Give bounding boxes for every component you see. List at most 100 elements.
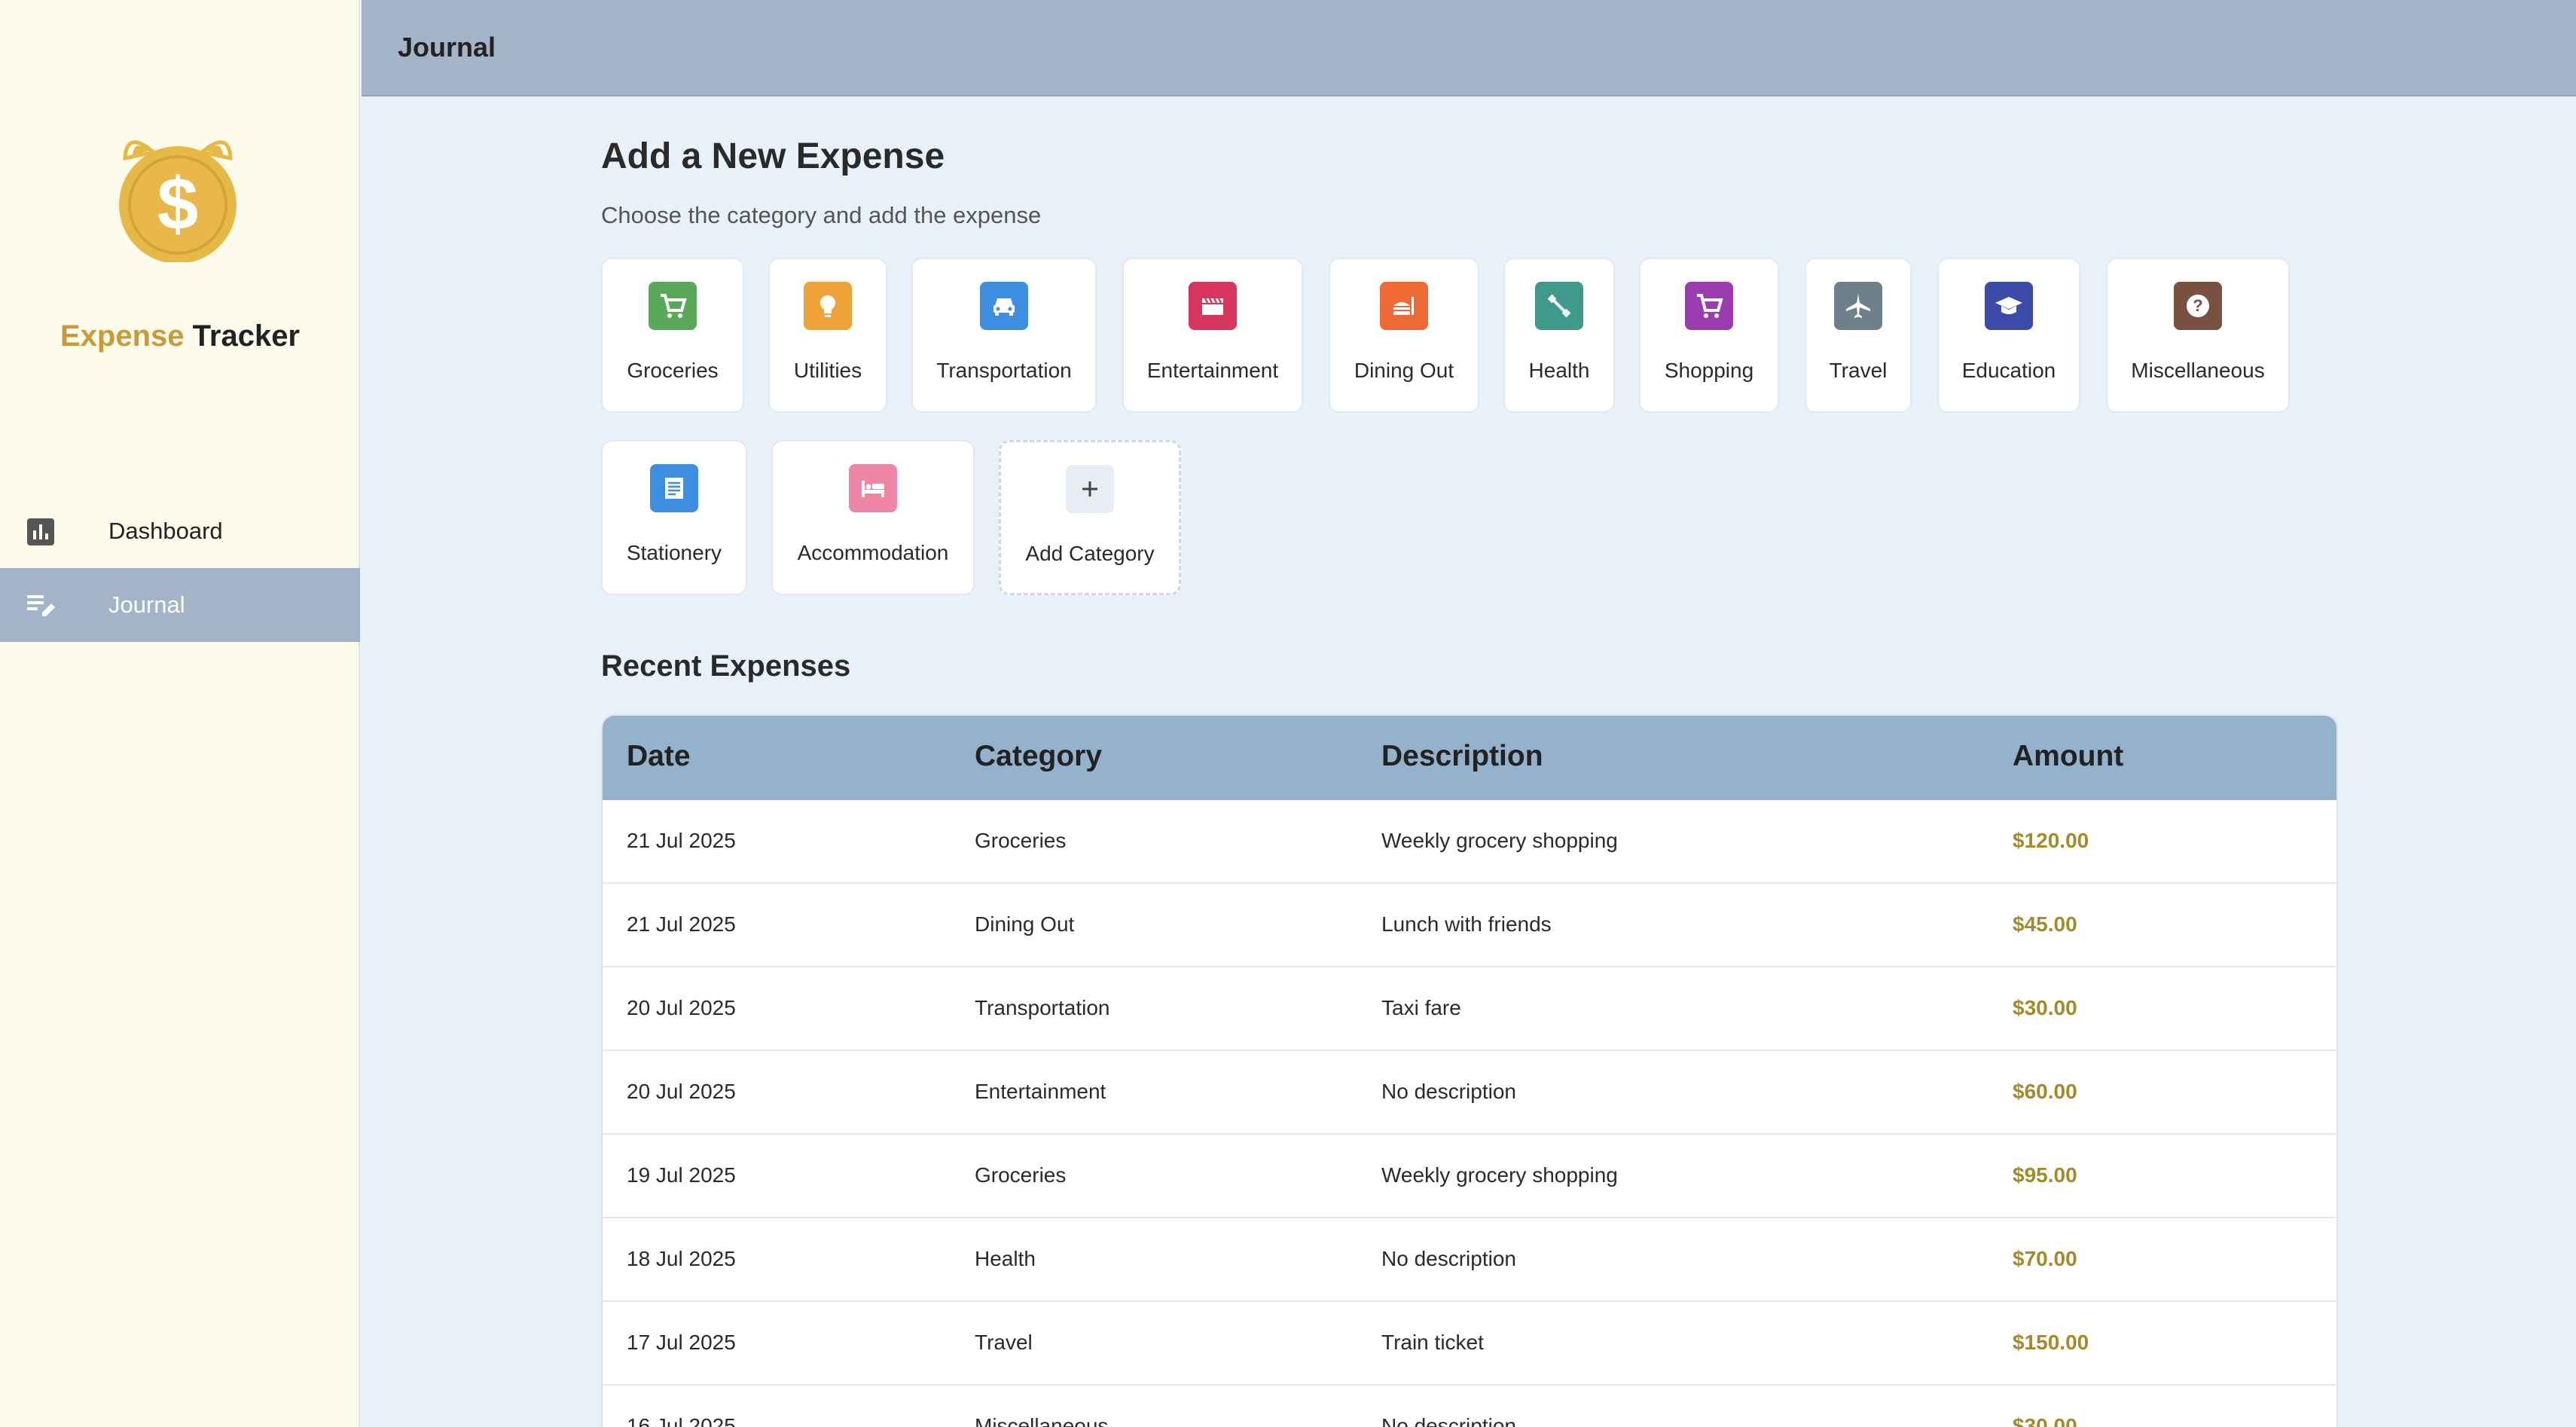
category-label: Education [1961,359,2056,382]
table-row[interactable]: 17 Jul 2025 Travel Train ticket $150.00 [603,1302,2336,1386]
lightbulb-icon [804,282,852,330]
svg-text:$: $ [157,162,199,245]
category-label: Health [1528,359,1590,382]
table-row[interactable]: 21 Jul 2025 Dining Out Lunch with friend… [603,884,2336,967]
cell-description: Lunch with friends [1381,912,1552,936]
brand-part1: Expense [60,319,185,353]
category-label: Dining Out [1354,359,1454,382]
category-card-groceries[interactable]: Groceries [601,258,744,413]
cell-date: 17 Jul 2025 [627,1331,736,1354]
cell-date: 16 Jul 2025 [627,1414,736,1427]
cell-description: No description [1381,1414,1516,1427]
category-label: Travel [1829,359,1888,382]
cell-category: Transportation [975,996,1110,1019]
sidebar: $ Expense Tracker Dashboard Journal [0,0,360,1427]
category-card-accommodation[interactable]: Accommodation [771,440,975,595]
cell-description: Taxi fare [1381,996,1461,1019]
graduation-cap-icon [1985,282,2033,330]
cell-description: Weekly grocery shopping [1381,829,1618,852]
cell-date: 19 Jul 2025 [627,1163,736,1187]
category-label: Stationery [626,541,722,564]
cell-amount: $60.00 [2013,1080,2077,1103]
column-header-amount[interactable]: Amount [2013,740,2123,773]
cell-description: Train ticket [1381,1331,1484,1354]
cell-amount: $30.00 [2013,996,2077,1019]
cell-category: Travel [975,1331,1033,1354]
category-card-travel[interactable]: Travel [1805,258,1912,413]
cell-amount: $150.00 [2013,1331,2089,1354]
category-card-dining-out[interactable]: Dining Out [1329,258,1479,413]
category-label: Entertainment [1146,359,1279,382]
category-card-miscellaneous[interactable]: ? Miscellaneous [2106,258,2290,413]
cell-category: Groceries [975,829,1067,852]
category-card-health[interactable]: Health [1503,258,1615,413]
category-card-entertainment[interactable]: Entertainment [1122,258,1303,413]
edit-list-icon [26,591,56,621]
column-header-description[interactable]: Description [1381,740,1543,773]
cell-description: No description [1381,1247,1516,1270]
cart-icon [1685,282,1733,330]
category-label: Shopping [1664,359,1754,382]
add-expense-title: Add a New Expense [601,136,945,176]
clapperboard-icon [1189,282,1237,330]
bar-chart-icon [26,517,56,547]
brand-part2: Tracker [192,319,300,353]
top-bar: Journal [362,0,2576,96]
airplane-icon [1834,282,1882,330]
category-label: Accommodation [797,541,949,564]
cell-date: 21 Jul 2025 [627,829,736,852]
cell-category: Dining Out [975,912,1075,936]
table-row[interactable]: 20 Jul 2025 Entertainment No description… [603,1051,2336,1135]
cell-amount: $70.00 [2013,1247,2077,1270]
table-row[interactable]: 16 Jul 2025 Miscellaneous No description… [603,1386,2336,1427]
page-title: Journal [398,32,496,63]
category-label: Utilities [793,359,862,382]
table-row[interactable]: 18 Jul 2025 Health No description $70.00 [603,1218,2336,1302]
recent-expenses-title: Recent Expenses [601,649,851,683]
cell-category: Entertainment [975,1080,1106,1103]
bed-icon [849,464,897,512]
category-card-utilities[interactable]: Utilities [768,258,887,413]
cell-category: Health [975,1247,1036,1270]
category-label: Miscellaneous [2131,359,2265,382]
cell-amount: $30.00 [2013,1414,2077,1427]
category-label: Groceries [627,359,719,382]
add-category-label: Add Category [1025,542,1155,565]
sidebar-item-label: Dashboard [108,518,223,544]
cell-date: 21 Jul 2025 [627,912,736,936]
notepad-icon [650,464,698,512]
category-card-transportation[interactable]: Transportation [911,258,1097,413]
sidebar-item-label: Journal [108,591,185,618]
cell-amount: $120.00 [2013,829,2089,852]
question-icon: ? [2174,282,2222,330]
category-card-education[interactable]: Education [1937,258,2080,413]
sidebar-item-journal[interactable]: Journal [0,568,360,642]
add-expense-subtitle: Choose the category and add the expense [601,202,1042,228]
logo-coin-icon: $ [110,127,246,264]
table-row[interactable]: 20 Jul 2025 Transportation Taxi fare $30… [603,967,2336,1051]
fastfood-icon [1380,282,1428,330]
plus-icon [1066,465,1114,513]
cart-icon [649,282,697,330]
brand-title: Expense Tracker [0,319,360,353]
cell-date: 18 Jul 2025 [627,1247,736,1270]
add-category-button[interactable]: Add Category [999,440,1181,595]
cell-amount: $95.00 [2013,1163,2077,1187]
category-card-shopping[interactable]: Shopping [1639,258,1779,413]
app-root: $ Expense Tracker Dashboard Journal Jour… [0,0,2576,1427]
category-card-stationery[interactable]: Stationery [601,440,747,595]
cell-description: No description [1381,1080,1516,1103]
category-label: Transportation [936,359,1072,382]
table-row[interactable]: 19 Jul 2025 Groceries Weekly grocery sho… [603,1135,2336,1218]
fitness-icon [1535,282,1583,330]
column-header-date[interactable]: Date [627,740,691,773]
svg-text:?: ? [2193,296,2202,315]
car-icon [980,282,1028,330]
table-header: Date Category Description Amount [603,716,2336,800]
column-header-category[interactable]: Category [975,740,1102,773]
cell-category: Groceries [975,1163,1067,1187]
cell-amount: $45.00 [2013,912,2077,936]
cell-date: 20 Jul 2025 [627,1080,736,1103]
sidebar-item-dashboard[interactable]: Dashboard [0,494,360,568]
table-row[interactable]: 21 Jul 2025 Groceries Weekly grocery sho… [603,800,2336,884]
